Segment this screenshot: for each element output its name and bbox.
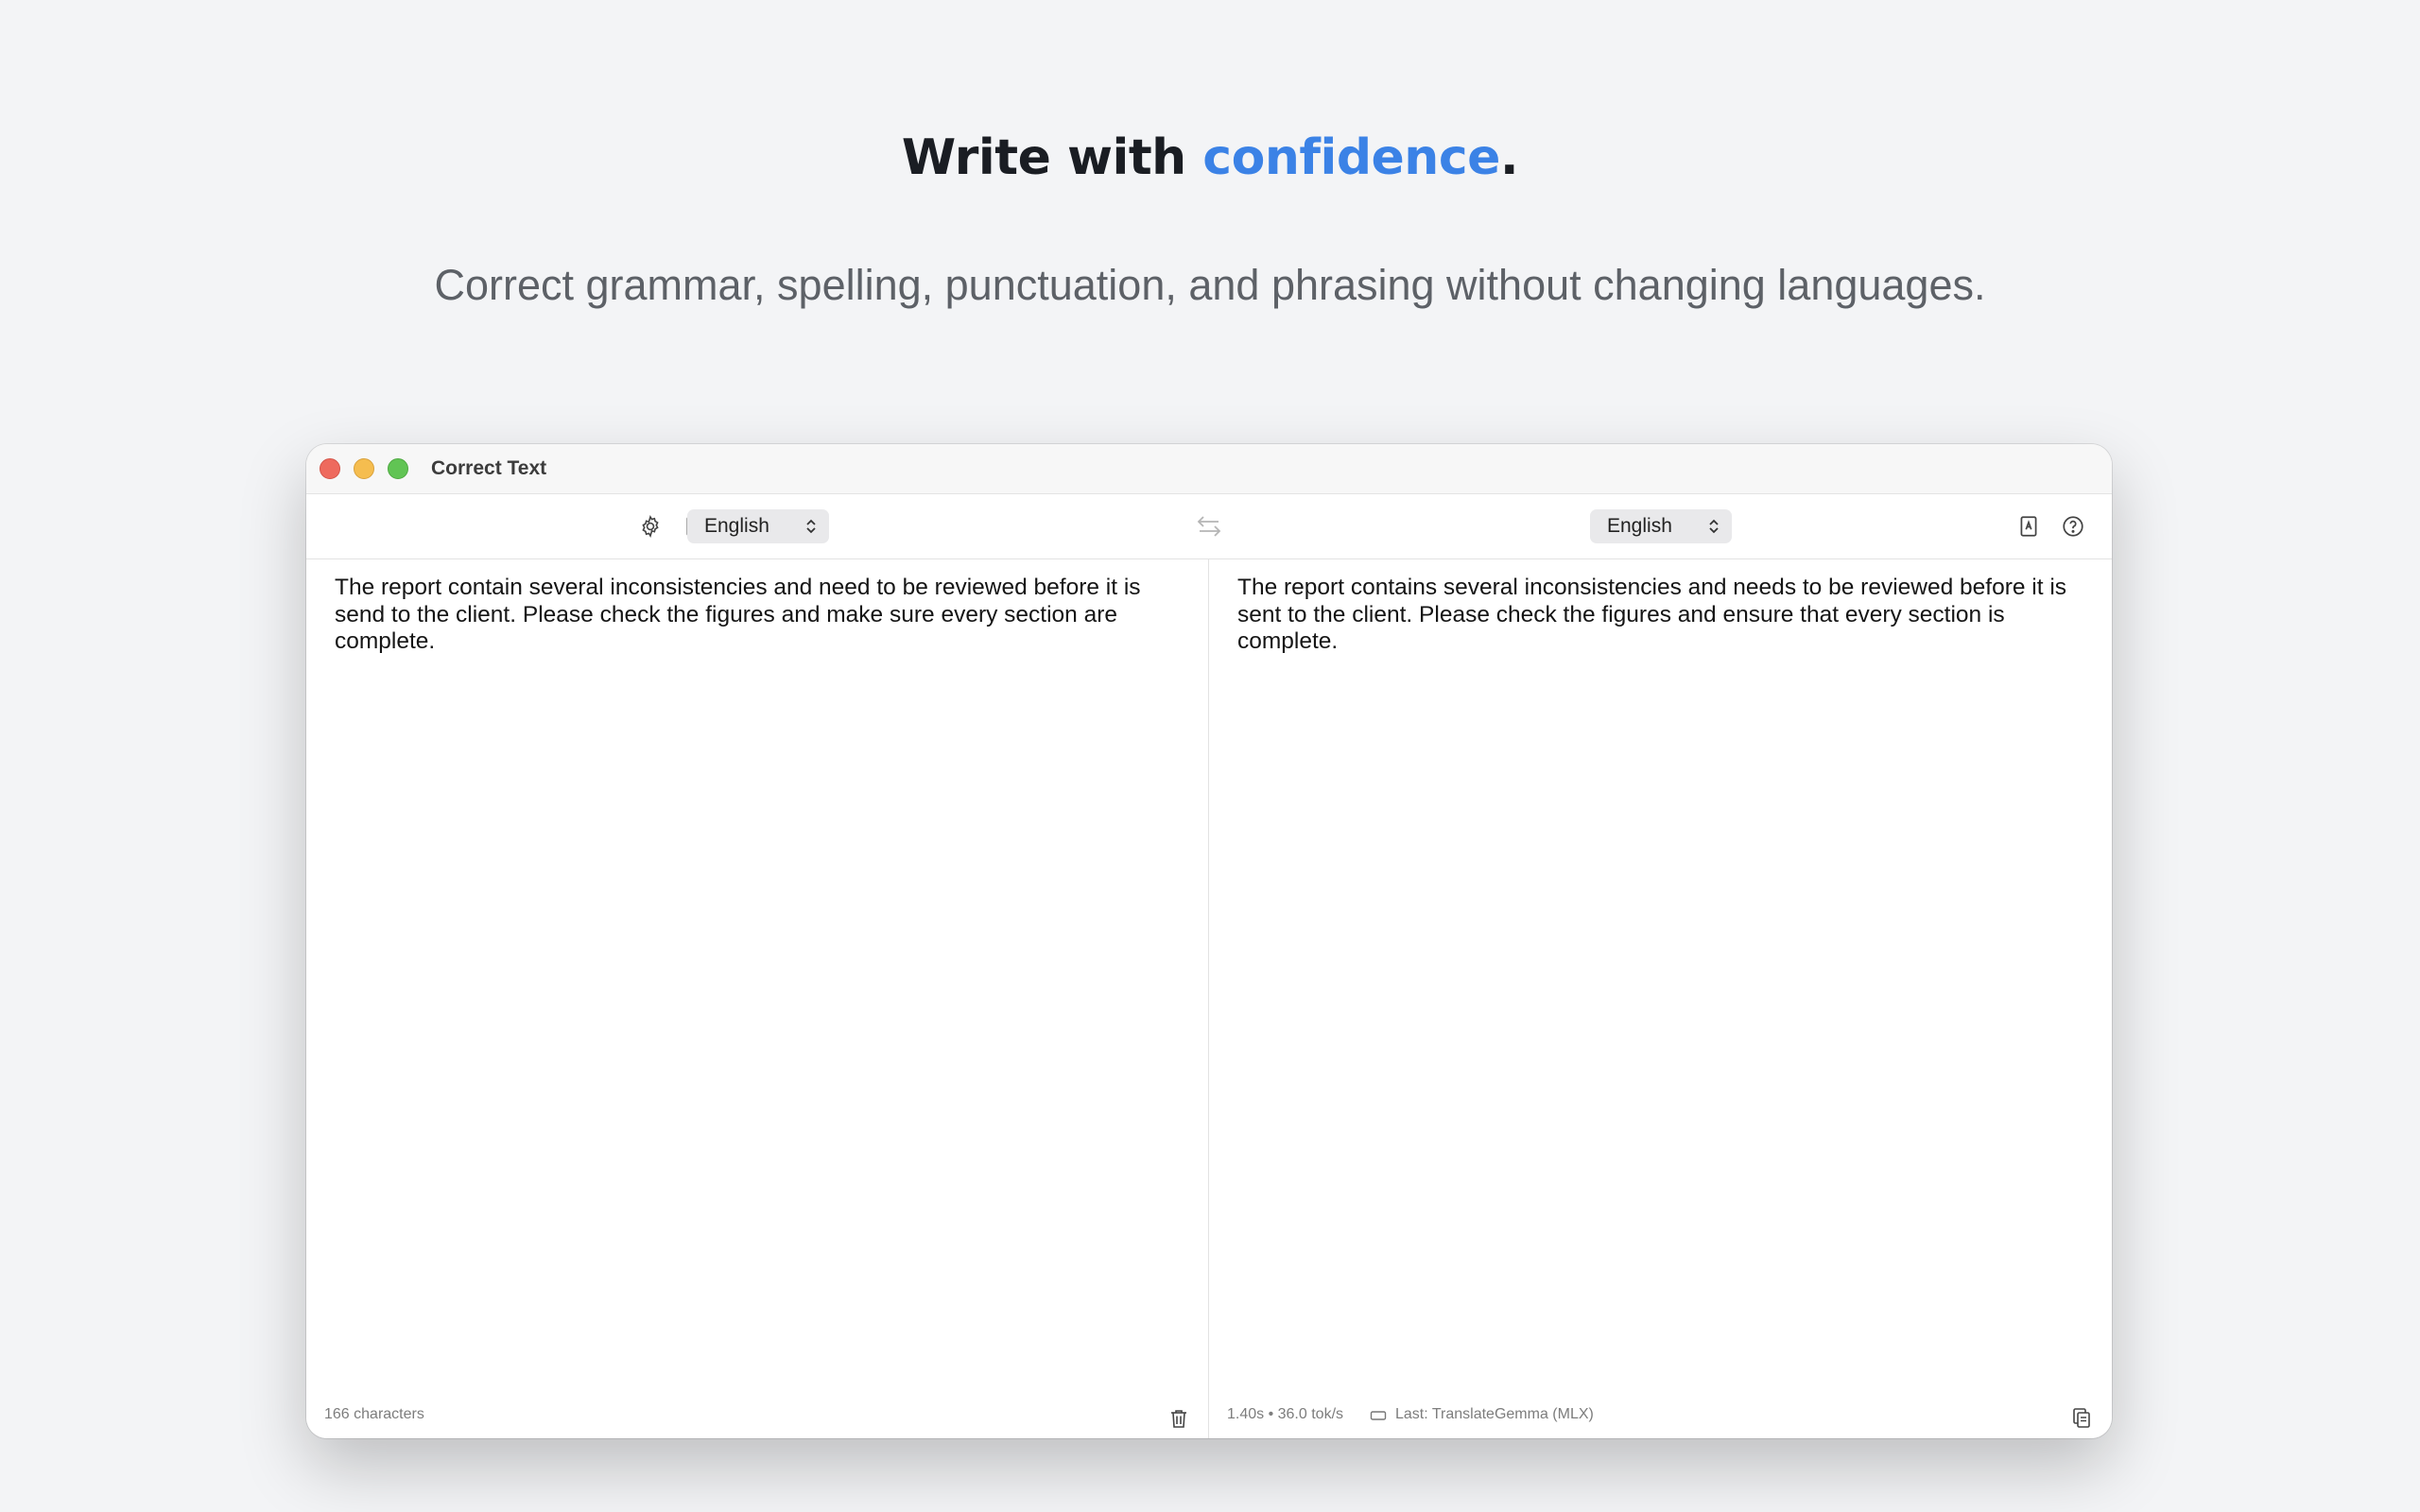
result-footer: 1.40s • 36.0 tok/s Last: TranslateGemma …	[1209, 1400, 2112, 1438]
headline-suffix: .	[1499, 129, 1519, 186]
source-pane: The report contain several inconsistenci…	[306, 559, 1209, 1438]
headline-prefix: Write with	[901, 129, 1203, 186]
character-count: 166 characters	[324, 1406, 424, 1422]
model-chip-icon	[1370, 1411, 1387, 1420]
target-language-select[interactable]: English	[1590, 509, 1732, 543]
toolbar: English English	[306, 494, 2112, 559]
page-headline: Write with confidence.	[0, 125, 2420, 191]
gear-icon[interactable]	[636, 512, 665, 541]
help-icon[interactable]	[2059, 512, 2087, 541]
title-bar: Correct Text	[306, 444, 2112, 494]
updown-chevron-icon	[1709, 519, 1719, 534]
source-footer: 166 characters	[306, 1400, 1208, 1438]
app-window: Correct Text English English The report …	[306, 444, 2112, 1438]
copy-icon[interactable]	[2070, 1406, 2093, 1429]
promo-page: Write with confidence. Correct grammar, …	[0, 0, 2420, 1512]
window-title: Correct Text	[431, 457, 547, 479]
dictionary-icon[interactable]	[2014, 512, 2043, 541]
updown-chevron-icon	[806, 519, 816, 534]
source-language-select[interactable]: English	[687, 509, 829, 543]
performance-stats: 1.40s • 36.0 tok/s	[1227, 1406, 1344, 1422]
window-minimize-button[interactable]	[354, 458, 374, 479]
corrected-text[interactable]: The report contains several inconsistenc…	[1237, 575, 2083, 656]
window-close-button[interactable]	[320, 458, 340, 479]
window-zoom-button[interactable]	[388, 458, 408, 479]
source-text-editor[interactable]: The report contain several inconsistenci…	[335, 575, 1180, 656]
swap-arrows-icon[interactable]	[1195, 513, 1223, 540]
result-pane: The report contains several inconsistenc…	[1209, 559, 2112, 1438]
model-label: Last: TranslateGemma (MLX)	[1395, 1406, 1594, 1422]
source-language-value: English	[704, 515, 769, 537]
target-language-value: English	[1607, 515, 1672, 537]
headline-accent: confidence	[1202, 129, 1500, 186]
trash-icon[interactable]	[1167, 1407, 1190, 1430]
page-subheadline: Correct grammar, spelling, punctuation, …	[434, 261, 1986, 309]
